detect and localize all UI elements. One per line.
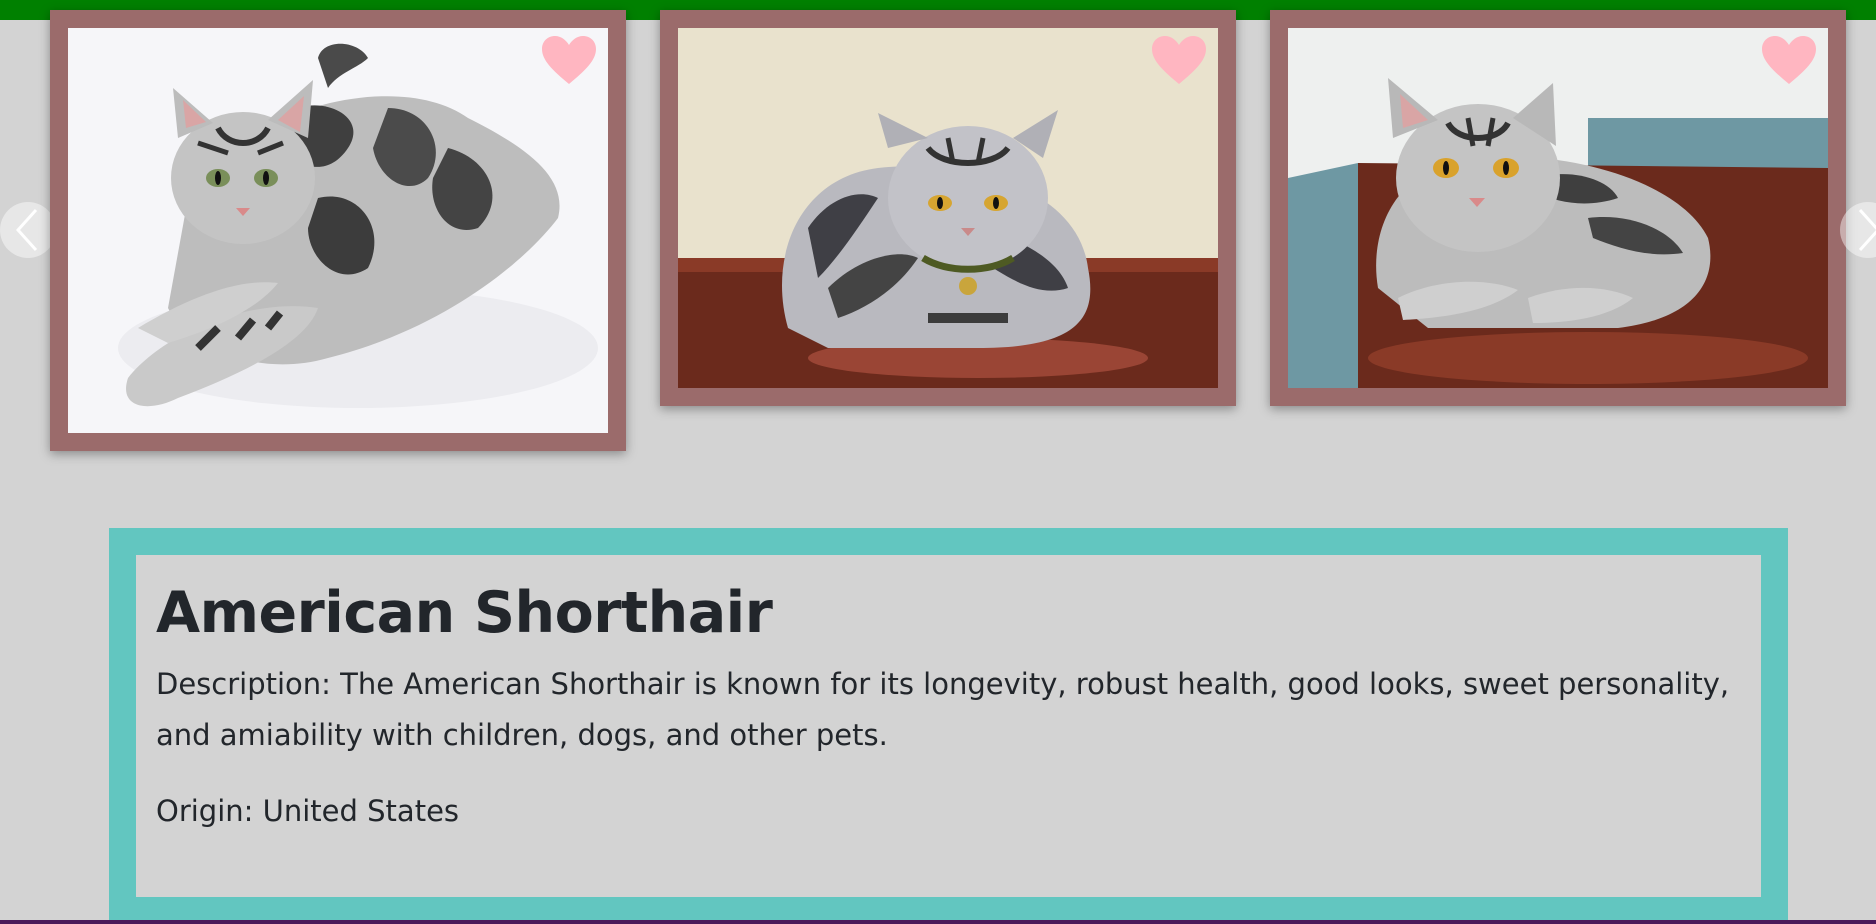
cat-card[interactable]: [1270, 10, 1846, 406]
cat-photo: [1288, 28, 1828, 388]
chevron-right-icon: [1858, 208, 1876, 252]
cat-photo: [68, 28, 608, 433]
favorite-button[interactable]: [1760, 34, 1818, 86]
heart-icon: [1152, 36, 1206, 84]
favorite-button[interactable]: [540, 34, 598, 86]
cat-card[interactable]: [660, 10, 1236, 406]
breed-description-line: Description: The American Shorthair is k…: [156, 667, 1730, 701]
carousel-prev-button[interactable]: [0, 202, 56, 258]
cat-photo: [678, 28, 1218, 388]
heart-icon: [542, 36, 596, 84]
breed-name: American Shorthair: [156, 580, 773, 646]
carousel-next-button[interactable]: [1840, 202, 1876, 258]
page: American Shorthair Description: The Amer…: [0, 0, 1876, 924]
breed-info-content: American Shorthair Description: The Amer…: [136, 555, 1761, 897]
bottom-divider: [0, 920, 1876, 924]
breed-origin: Origin: United States: [156, 794, 460, 828]
breed-info-panel: American Shorthair Description: The Amer…: [109, 528, 1788, 924]
chevron-left-icon: [15, 208, 38, 252]
favorite-button[interactable]: [1150, 34, 1208, 86]
breed-description-line: and amiability with children, dogs, and …: [156, 718, 888, 752]
heart-icon: [1762, 36, 1816, 84]
breed-description: Description: The American Shorthair is k…: [156, 659, 1776, 761]
cat-card[interactable]: [50, 10, 626, 451]
